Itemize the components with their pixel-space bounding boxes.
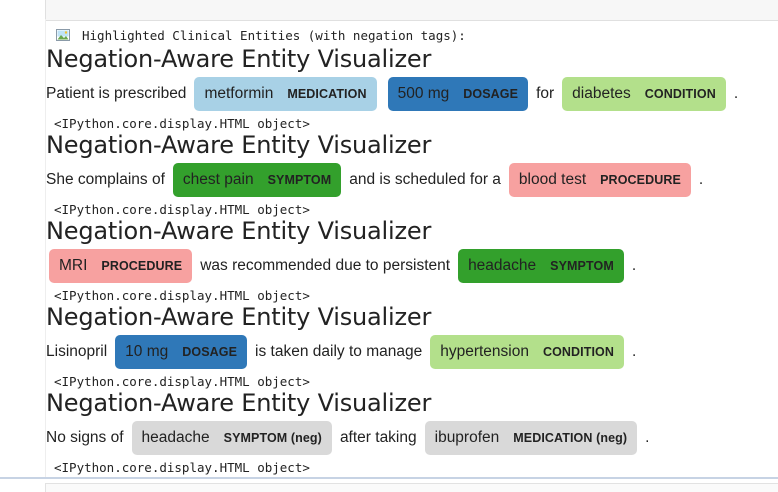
entity-highlight: blood test PROCEDURE — [508, 163, 691, 197]
visualizer-output-3: Negation-Aware Entity Visualizer MRI PROCE… — [46, 217, 776, 309]
entity-text: 10 mg — [125, 343, 169, 360]
entity-label: MEDICATION (neg) — [513, 431, 628, 445]
sentence-text: . — [631, 257, 637, 274]
sentence-text: was recommended due to persistent — [200, 257, 451, 274]
sentence-text: . — [698, 171, 704, 188]
entity-text: ibuprofen — [434, 429, 500, 446]
entity-highlight: diabetes CONDITION — [562, 77, 726, 111]
entity-highlight: headache SYMPTOM — [458, 249, 624, 283]
entity-highlight: ibuprofen MEDICATION (neg) — [424, 421, 638, 455]
entity-highlight: headache SYMPTOM (neg) — [131, 421, 332, 455]
visualizer-output-2: Negation-Aware Entity Visualizer She comp… — [46, 131, 776, 223]
annotated-sentence: Patient is prescribed metformin MEDICATION… — [46, 73, 776, 115]
sentence-text: She complains of — [46, 171, 165, 188]
entity-label: DOSAGE — [463, 87, 519, 101]
entity-label: CONDITION — [644, 87, 716, 101]
entity-text: chest pain — [182, 171, 254, 188]
entity-label: SYMPTOM (neg) — [223, 431, 322, 445]
visualizer-output-4: Negation-Aware Entity Visualizer Lisinopr… — [46, 303, 776, 395]
entity-label: SYMPTOM — [550, 259, 614, 273]
entity-text: headache — [141, 429, 210, 446]
entity-label: SYMPTOM — [267, 173, 332, 187]
visualizer-title: Negation-Aware Entity Visualizer — [46, 217, 432, 245]
entity-text: MRI — [59, 257, 88, 274]
annotated-sentence: She complains of chest pain SYMPTOM and is … — [46, 159, 776, 201]
cell-separator — [0, 477, 778, 479]
entity-label: CONDITION — [542, 345, 615, 359]
sentence-text: No signs of — [46, 429, 124, 446]
sentence-text: for — [536, 85, 555, 102]
sentence-text: is taken daily to manage — [255, 343, 423, 360]
sentence-text: and is scheduled for a — [349, 171, 501, 188]
entity-label: MEDICATION — [287, 87, 367, 101]
entity-highlight: hypertension CONDITION — [430, 335, 625, 369]
visualizer-title: Negation-Aware Entity Visualizer — [46, 45, 432, 73]
entity-label: DOSAGE — [182, 345, 238, 359]
visualizer-title: Negation-Aware Entity Visualizer — [46, 303, 432, 331]
entity-highlight: 10 mg DOSAGE — [115, 335, 248, 369]
image-icon — [56, 29, 70, 41]
entity-text: hypertension — [440, 343, 529, 360]
visualizer-title: Negation-Aware Entity Visualizer — [46, 131, 432, 159]
annotated-sentence: No signs of headache SYMPTOM (neg) after ta… — [46, 417, 776, 459]
entity-highlight: MRI PROCEDURE — [49, 249, 193, 283]
output-header: Highlighted Clinical Entities (with nega… — [56, 26, 466, 44]
sentence-text: . — [645, 429, 650, 446]
entity-highlight: metformin MEDICATION — [194, 77, 377, 111]
entity-label: PROCEDURE — [101, 259, 183, 273]
entity-text: blood test — [518, 171, 587, 188]
output-header-text: Highlighted Clinical Entities (with nega… — [82, 27, 466, 43]
sentence-text: . — [632, 343, 637, 360]
sentence-text: Patient is prescribed — [46, 85, 187, 102]
previous-code-cell[interactable] — [45, 0, 778, 21]
entity-text: headache — [468, 257, 537, 274]
sentence-text: Lisinopril — [46, 343, 108, 360]
entity-label: PROCEDURE — [600, 173, 681, 187]
entity-text: 500 mg — [397, 85, 450, 102]
entity-highlight: 500 mg DOSAGE — [387, 77, 529, 111]
visualizer-output-5: Negation-Aware Entity Visualizer No signs… — [46, 389, 776, 481]
visualizer-output-1: Negation-Aware Entity Visualizer Patient … — [46, 45, 776, 137]
annotated-sentence: MRI PROCEDURE was recommended due to persi… — [46, 245, 776, 287]
visualizer-title: Negation-Aware Entity Visualizer — [46, 389, 432, 417]
entity-text: metformin — [204, 85, 274, 102]
sentence-text: after taking — [339, 429, 417, 446]
entity-text: diabetes — [572, 85, 631, 102]
entity-highlight: chest pain SYMPTOM — [172, 163, 342, 197]
sentence-text: . — [733, 85, 739, 102]
annotated-sentence: Lisinopril 10 mg DOSAGE is taken daily to m… — [46, 331, 776, 373]
